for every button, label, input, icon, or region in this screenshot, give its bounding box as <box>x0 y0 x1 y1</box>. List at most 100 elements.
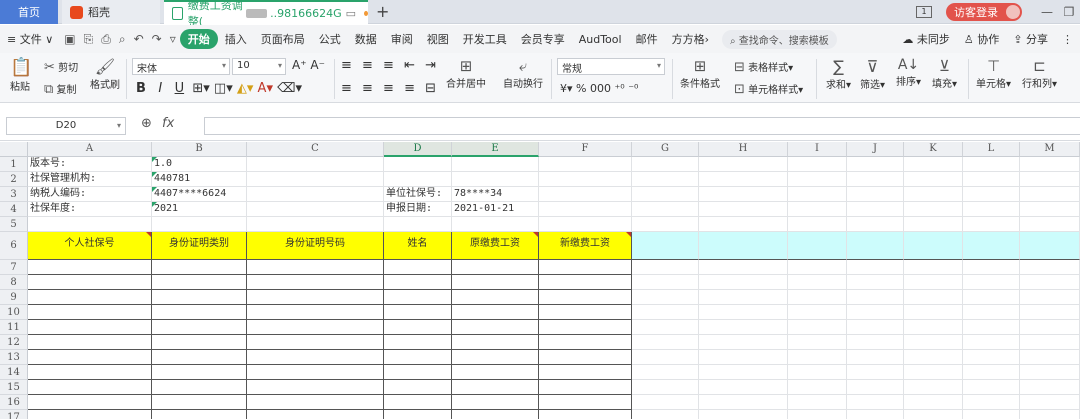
cell-j16[interactable] <box>847 395 904 410</box>
cell-h11[interactable] <box>699 320 788 335</box>
window-count-icon[interactable]: 1 <box>916 6 932 18</box>
cell-l6[interactable] <box>963 232 1020 260</box>
cell-i9[interactable] <box>788 290 847 305</box>
cell-c12[interactable] <box>247 335 384 350</box>
cell-b16[interactable] <box>152 395 247 410</box>
fx-icon[interactable]: fx <box>162 116 174 131</box>
cell-e13[interactable] <box>452 350 539 365</box>
cell-g4[interactable] <box>632 202 699 217</box>
align-bottom-row-icons[interactable]: ≡ ≡ ≡ ≡ ⊟ <box>341 81 439 96</box>
cell-b8[interactable] <box>152 275 247 290</box>
cell-e17[interactable] <box>452 410 539 419</box>
cell-b15[interactable] <box>152 380 247 395</box>
cell-f1[interactable] <box>539 157 632 172</box>
cell-k5[interactable] <box>904 217 963 232</box>
menu-insert[interactable]: 插入 <box>218 31 254 47</box>
cell-i16[interactable] <box>788 395 847 410</box>
cell-m14[interactable] <box>1020 365 1080 380</box>
cell-h1[interactable] <box>699 157 788 172</box>
font-size-select[interactable]: 10 ▾ <box>232 58 286 75</box>
cell-g17[interactable] <box>632 410 699 419</box>
format-painter-button[interactable]: 🖌 格式刷 <box>90 57 120 91</box>
cell-k7[interactable] <box>904 260 963 275</box>
cell-c15[interactable] <box>247 380 384 395</box>
cell-a9[interactable] <box>28 290 152 305</box>
cell-a17[interactable] <box>28 410 152 419</box>
cell-j11[interactable] <box>847 320 904 335</box>
cell-a8[interactable] <box>28 275 152 290</box>
cell-e12[interactable] <box>452 335 539 350</box>
cell-a3[interactable]: 纳税人编码: <box>28 187 152 202</box>
cell-i2[interactable] <box>788 172 847 187</box>
cell-d3[interactable]: 单位社保号: <box>384 187 452 202</box>
cell-e16[interactable] <box>452 395 539 410</box>
cell-c6[interactable]: 身份证明号码 <box>247 232 384 260</box>
cell-m12[interactable] <box>1020 335 1080 350</box>
column-header-d[interactable]: D <box>384 142 452 157</box>
cell-button[interactable]: ⊤ 单元格▾ <box>976 57 1011 90</box>
column-header-k[interactable]: K <box>904 142 963 157</box>
cell-e7[interactable] <box>452 260 539 275</box>
cell-g10[interactable] <box>632 305 699 320</box>
font-color-icon[interactable]: A▾ <box>258 81 273 96</box>
preview-icon[interactable]: ⌕ <box>115 32 130 47</box>
sync-button[interactable]: ☁ 未同步 <box>895 31 957 47</box>
cell-l16[interactable] <box>963 395 1020 410</box>
cell-d17[interactable] <box>384 410 452 419</box>
row-header-14[interactable]: 14 <box>0 365 28 380</box>
menu-view[interactable]: 视图 <box>420 31 456 47</box>
cell-h15[interactable] <box>699 380 788 395</box>
cell-k4[interactable] <box>904 202 963 217</box>
cell-i5[interactable] <box>788 217 847 232</box>
cell-j8[interactable] <box>847 275 904 290</box>
more-menu-icon[interactable]: ⋮ <box>1055 33 1080 46</box>
cell-k12[interactable] <box>904 335 963 350</box>
cell-m17[interactable] <box>1020 410 1080 419</box>
menu-audtool[interactable]: AudTool <box>572 33 629 46</box>
cell-k15[interactable] <box>904 380 963 395</box>
cell-f3[interactable] <box>539 187 632 202</box>
cell-style-button[interactable]: ⊡ 单元格样式▾ <box>734 81 803 97</box>
cell-j9[interactable] <box>847 290 904 305</box>
row-header-16[interactable]: 16 <box>0 395 28 410</box>
cell-b5[interactable] <box>152 217 247 232</box>
cell-a2[interactable]: 社保管理机构: <box>28 172 152 187</box>
cell-g5[interactable] <box>632 217 699 232</box>
cell-c17[interactable] <box>247 410 384 419</box>
cell-j1[interactable] <box>847 157 904 172</box>
cell-b2[interactable]: 440781 <box>152 172 247 187</box>
cell-j2[interactable] <box>847 172 904 187</box>
cell-f10[interactable] <box>539 305 632 320</box>
cell-f13[interactable] <box>539 350 632 365</box>
cell-h2[interactable] <box>699 172 788 187</box>
cell-i7[interactable] <box>788 260 847 275</box>
cell-c8[interactable] <box>247 275 384 290</box>
cell-j3[interactable] <box>847 187 904 202</box>
cell-h13[interactable] <box>699 350 788 365</box>
cell-a7[interactable] <box>28 260 152 275</box>
cell-c10[interactable] <box>247 305 384 320</box>
cell-l15[interactable] <box>963 380 1020 395</box>
cell-f17[interactable] <box>539 410 632 419</box>
cell-e11[interactable] <box>452 320 539 335</box>
zoom-icon[interactable]: ⊕ <box>141 116 152 131</box>
cell-b11[interactable] <box>152 320 247 335</box>
cell-l14[interactable] <box>963 365 1020 380</box>
formula-input[interactable] <box>204 117 1080 135</box>
table-style-button[interactable]: ⊟ 表格样式▾ <box>734 59 793 75</box>
cell-d5[interactable] <box>384 217 452 232</box>
column-header-c[interactable]: C <box>247 142 384 157</box>
cell-k1[interactable] <box>904 157 963 172</box>
cell-i17[interactable] <box>788 410 847 419</box>
cell-d7[interactable] <box>384 260 452 275</box>
currency-button[interactable]: ¥ <box>560 82 567 95</box>
row-header-13[interactable]: 13 <box>0 350 28 365</box>
eraser-icon[interactable]: ⌫▾ <box>277 81 302 96</box>
select-all-corner[interactable] <box>0 142 28 157</box>
name-box[interactable]: D20 ▾ <box>6 117 126 135</box>
wrap-text-button[interactable]: ⤶ 自动换行 <box>503 57 543 90</box>
undo-icon[interactable]: ↶ <box>130 32 148 46</box>
cell-j10[interactable] <box>847 305 904 320</box>
column-header-l[interactable]: L <box>963 142 1020 157</box>
tab-home[interactable]: 首页 <box>0 0 58 24</box>
